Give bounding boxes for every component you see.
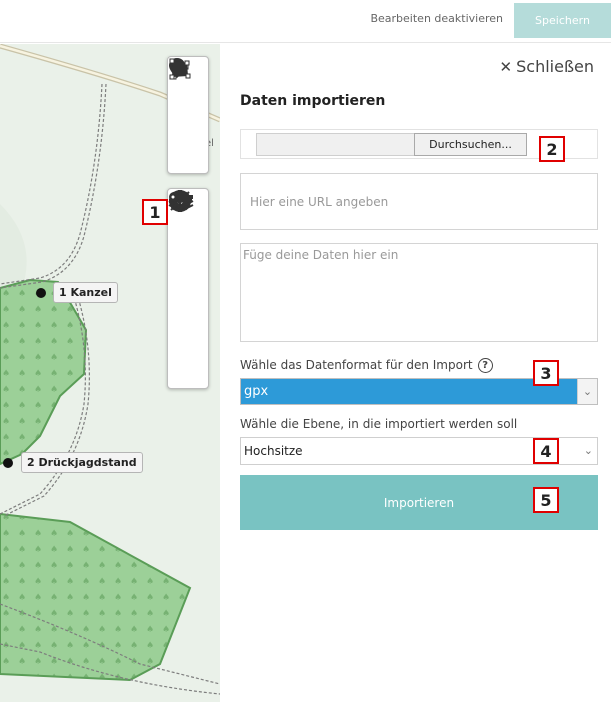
marker-4: 4 [533,438,559,464]
url-input[interactable] [240,173,598,230]
polygon-icon[interactable] [168,58,208,174]
feature-point-drueckjagdstand[interactable] [3,458,13,468]
close-link[interactable]: ✕ Schließen [500,57,594,76]
feature-point-kanzel[interactable] [36,288,46,298]
marker-1: 1 [142,199,168,225]
layers-icon[interactable] [168,191,208,309]
layer-label: Wähle die Ebene, in die importiert werde… [240,417,518,431]
data-textarea[interactable] [240,243,598,342]
close-label: Schließen [516,57,594,76]
draw-toolbar [167,56,209,174]
feature-label-drueckjagdstand[interactable]: 2 Drückjagdstand [21,452,143,473]
disable-edit-button[interactable]: Bearbeiten deaktivieren [370,12,503,25]
feature-label-kanzel[interactable]: 1 Kanzel [53,282,118,303]
gear-icon[interactable] [168,190,208,269]
format-label: Wähle das Datenformat für den Import? [240,358,493,373]
file-name-field[interactable] [256,133,414,156]
help-icon[interactable]: ? [477,358,493,373]
marker-2: 2 [539,136,565,162]
close-icon: ✕ [499,58,513,76]
marker-5: 5 [533,487,559,513]
chevron-down-icon: ⌄ [583,444,593,457]
collapse-icon[interactable] [168,191,208,349]
key-icon[interactable] [168,192,208,389]
format-label-text: Wähle das Datenformat für den Import [240,358,473,372]
browse-button[interactable]: Durchsuchen... [414,133,527,156]
marker-3: 3 [533,360,559,386]
save-button[interactable]: Speichern [514,3,611,38]
map-tools-toolbar [167,188,209,389]
chevron-down-icon: ⌄ [577,379,597,404]
top-bar: Bearbeiten deaktivieren Speichern [0,0,611,43]
layer-select-value: Hochsitze [244,444,303,458]
polyline-icon[interactable] [168,58,208,135]
map-view[interactable]: ♠ el [0,44,220,702]
format-select-value: gpx [244,384,269,399]
panel-title: Daten importieren [240,93,386,109]
